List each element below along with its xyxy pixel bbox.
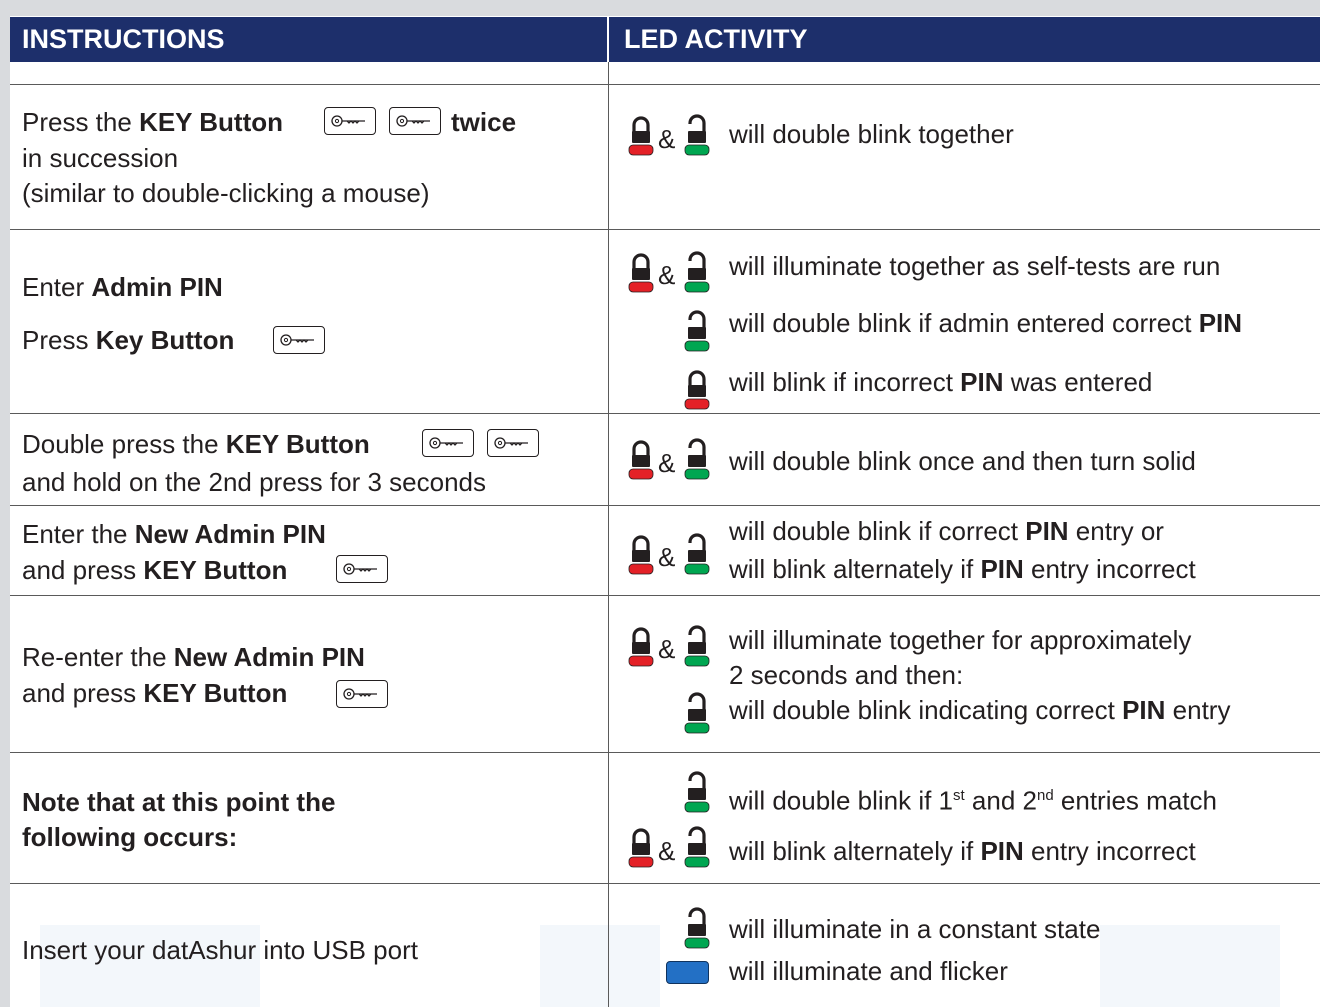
row5-led-line1: will illuminate together for approximate… [729,625,1192,655]
row7-led-line2: will illuminate and flicker [729,956,1008,986]
row2-led-line1: will illuminate together as self-tests a… [729,251,1221,281]
row7-led-line1: will illuminate in a constant state [729,914,1101,944]
column-divider [608,84,609,1007]
row-divider [10,84,1320,85]
key-button-icon [487,429,539,457]
blue-led-icon [666,961,709,984]
row2-led-line3: will blink if incorrect PIN was entered [729,367,1153,397]
row3-led-line1: will double blink once and then turn sol… [729,446,1196,476]
row4-led-line1: will double blink if correct PIN entry o… [729,516,1164,546]
ampersand: & [658,836,676,866]
red-padlock-locked-icon [628,251,654,293]
key-button-icon [422,429,474,457]
green-padlock-unlocked-icon [684,625,710,667]
watermark [1100,925,1280,1007]
row6-led-line1: will double blink if 1st and 2nd entries… [729,785,1217,816]
red-padlock-locked-icon [684,368,710,410]
row5-led-line3: will double blink indicating correct PIN… [729,695,1231,725]
row4-instruction-line2: and press KEY Button [22,555,288,585]
ampersand: & [658,124,676,154]
green-padlock-unlocked-icon [684,771,710,813]
watermark [540,925,660,1007]
instruction-sheet: INSTRUCTIONS LED ACTIVITY Press the KEY … [0,0,1320,1007]
green-padlock-unlocked-icon [684,907,710,949]
row7-instruction-line1: Insert your datAshur into USB port [22,935,418,965]
row-divider [10,413,1320,414]
row-divider [10,752,1320,753]
row6-instruction-line2: following occurs: [22,822,238,852]
green-padlock-unlocked-icon [684,114,710,156]
row1-twice: twice [451,107,517,137]
row5-instruction-line1: Re-enter the New Admin PIN [22,642,365,672]
red-padlock-locked-icon [628,533,654,575]
green-padlock-unlocked-icon [684,692,710,734]
green-padlock-unlocked-icon [684,251,710,293]
row5-led-line2: 2 seconds and then: [729,660,964,690]
header-divider [607,17,609,62]
row-divider [10,505,1320,506]
row3-instruction-line1: Double press the KEY Button [22,429,370,459]
row2-led-line2: will double blink if admin entered corre… [729,308,1243,338]
red-padlock-locked-icon [628,826,654,868]
row-divider [10,229,1320,230]
green-padlock-unlocked-icon [684,533,710,575]
row1-instruction-line1: Press the KEY Button [22,107,284,137]
row1-instruction-line3: (similar to double-clicking a mouse) [22,178,430,208]
key-button-icon [324,107,376,135]
row6-instruction-line1: Note that at this point the [22,787,336,817]
green-padlock-unlocked-icon [684,438,710,480]
green-padlock-unlocked-icon [684,310,710,352]
row2-instruction-line2: Press Key Button [22,325,235,355]
row5-instruction-line2: and press KEY Button [22,678,288,708]
ampersand: & [658,260,676,290]
row6-led-line2: will blink alternately if PIN entry inco… [729,836,1196,866]
key-button-icon [389,107,441,135]
row1-instruction-line2: in succession [22,143,179,173]
row-divider [10,595,1320,596]
red-padlock-locked-icon [628,625,654,667]
ampersand: & [658,448,676,478]
red-padlock-locked-icon [628,438,654,480]
row4-instruction-line1: Enter the New Admin PIN [22,519,326,549]
led-activity-header: LED ACTIVITY [624,24,808,54]
row4-led-line2: will blink alternately if PIN entry inco… [729,554,1196,584]
row3-instruction-line2: and hold on the 2nd press for 3 seconds [22,467,486,497]
key-button-icon [336,680,388,708]
ampersand: & [658,542,676,572]
key-button-icon [336,555,388,583]
column-divider [608,62,609,84]
row-divider [10,883,1320,884]
row1-led-line1: will double blink together [729,119,1014,149]
red-padlock-locked-icon [628,114,654,156]
key-button-icon [273,326,325,354]
instructions-header: INSTRUCTIONS [22,24,225,54]
ampersand: & [658,634,676,664]
green-padlock-unlocked-icon [684,826,710,868]
row2-instruction-line1: Enter Admin PIN [22,272,223,302]
